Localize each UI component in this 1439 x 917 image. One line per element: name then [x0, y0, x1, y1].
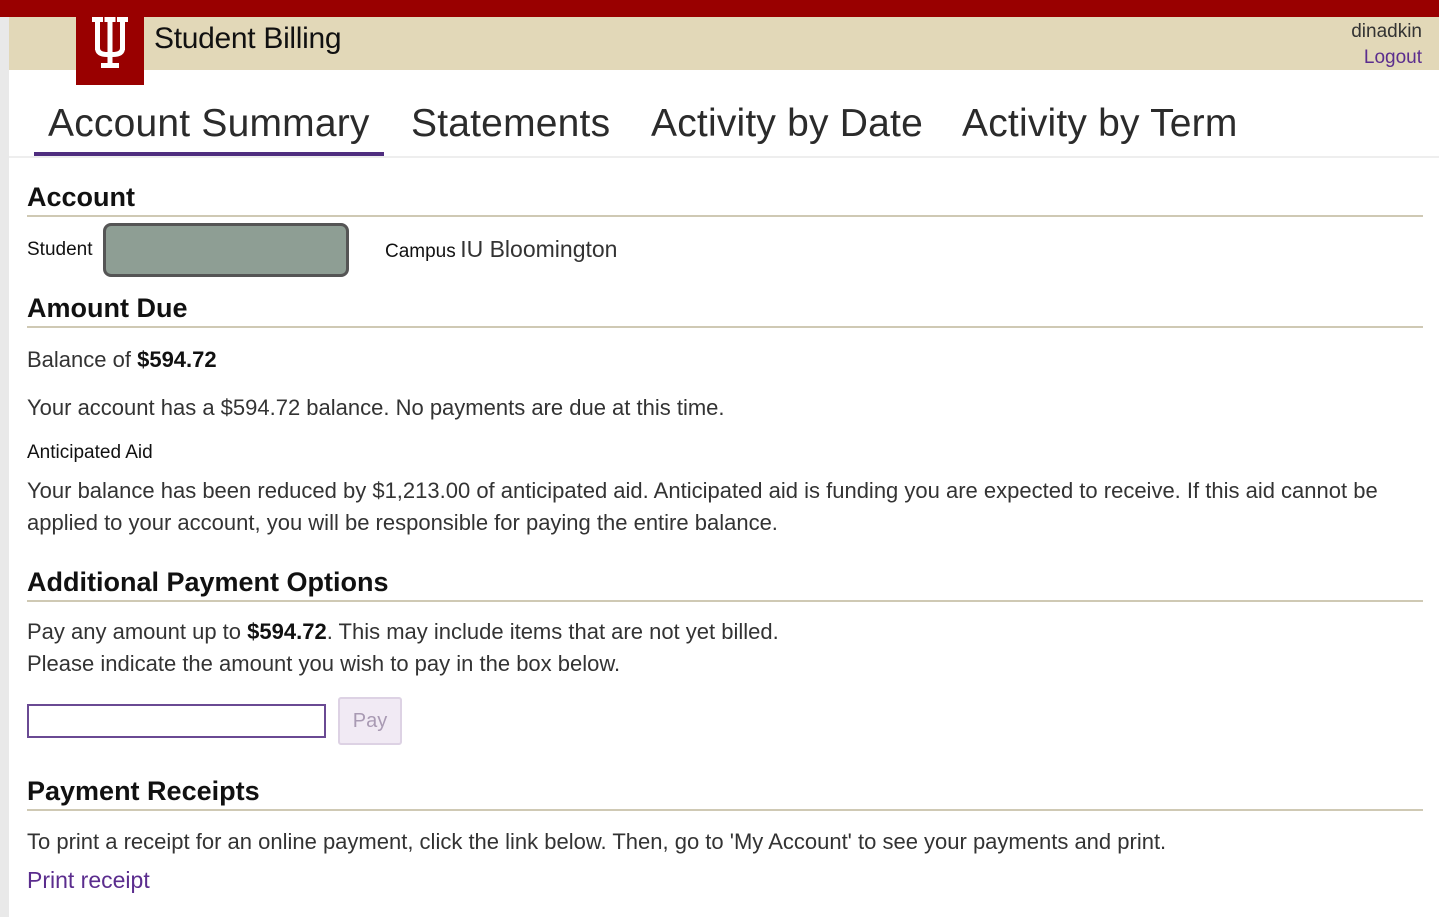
- balance-amount: $594.72: [137, 347, 217, 372]
- balance-line: Balance of $594.72: [27, 344, 1423, 376]
- logout-link[interactable]: Logout: [1351, 45, 1422, 71]
- campus-value: IU Bloomington: [460, 236, 618, 262]
- student-label: Student: [27, 239, 93, 260]
- user-area: dinadkin Logout: [1351, 19, 1422, 71]
- window-edge: [0, 0, 9, 917]
- iu-trident-logo[interactable]: [76, 3, 144, 85]
- tab-activity-by-term[interactable]: Activity by Term: [948, 102, 1252, 152]
- pay-button[interactable]: Pay: [338, 697, 402, 745]
- pay-amount-prefix: Pay any amount up to: [27, 619, 242, 644]
- campus-field: Campus IU Bloomington: [385, 236, 617, 263]
- amount-due-heading: Amount Due: [27, 293, 1423, 328]
- receipts-section: Payment Receipts: [27, 776, 1423, 811]
- campus-label: Campus: [385, 241, 456, 262]
- print-receipt-link[interactable]: Print receipt: [27, 867, 150, 894]
- balance-status-text: Your account has a $594.72 balance. No p…: [27, 395, 725, 420]
- app-title: Student Billing: [154, 22, 342, 55]
- tab-activity-by-date[interactable]: Activity by Date: [637, 102, 937, 152]
- pay-instructions: Please indicate the amount you wish to p…: [27, 651, 621, 676]
- payment-options-section: Additional Payment Options: [27, 567, 1423, 602]
- payment-amount-input[interactable]: [27, 704, 326, 738]
- receipts-text: To print a receipt for an online payment…: [27, 829, 1167, 854]
- account-section: Account: [27, 182, 1423, 217]
- username-label: dinadkin: [1351, 21, 1422, 42]
- student-name-redacted: [103, 223, 349, 277]
- account-heading: Account: [27, 182, 1423, 217]
- trident-icon: [92, 17, 128, 68]
- amount-due-section: Amount Due: [27, 293, 1423, 328]
- payment-options-heading: Additional Payment Options: [27, 567, 1423, 602]
- tab-account-summary[interactable]: Account Summary: [34, 102, 384, 156]
- tab-statements[interactable]: Statements: [397, 102, 624, 152]
- anticipated-aid-label: Anticipated Aid: [27, 442, 153, 463]
- top-crimson-bar: [0, 0, 1439, 17]
- balance-prefix: Balance of: [27, 347, 131, 372]
- tab-bar: Account Summary Statements Activity by D…: [9, 96, 1439, 158]
- pay-amount-suffix: . This may include items that are not ye…: [326, 619, 779, 644]
- pay-amount-line: Pay any amount up to $594.72. This may i…: [27, 616, 1423, 648]
- anticipated-aid-text: Your balance has been reduced by $1,213.…: [27, 478, 1378, 535]
- receipts-heading: Payment Receipts: [27, 776, 1423, 811]
- pay-amount-max: $594.72: [247, 619, 327, 644]
